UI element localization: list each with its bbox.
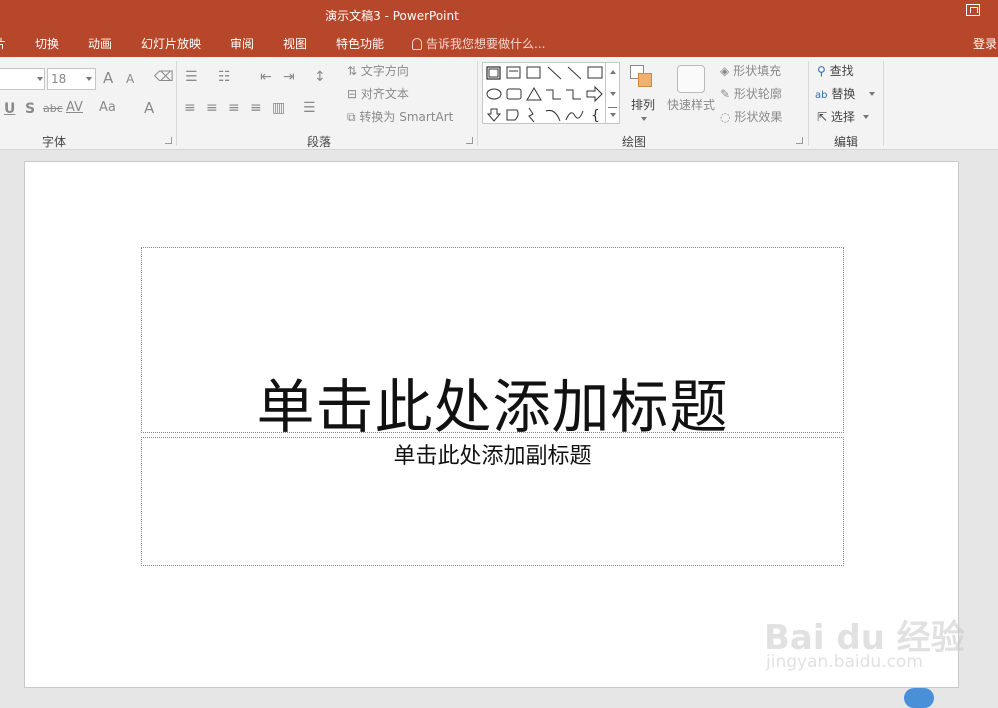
align-center-icon[interactable]: ≡ [206, 100, 218, 116]
tab-transitions[interactable]: 切换 [35, 35, 59, 52]
shape-fill-button[interactable]: ◈ 形状填充 [720, 62, 781, 79]
shape-outline-label: 形状轮廓 [733, 87, 782, 101]
increase-indent-icon[interactable]: ⇥ [283, 69, 295, 85]
title-placeholder-text: 单击此处添加标题 [256, 373, 729, 441]
line-spacing-icon[interactable]: ↕ [314, 69, 326, 85]
replace-icon: ab [815, 90, 828, 101]
shadow-icon[interactable]: S [25, 101, 35, 117]
tell-me-search[interactable]: 告诉我您想要做什么... [412, 35, 545, 52]
tab-review[interactable]: 审阅 [230, 35, 254, 52]
align-right-icon[interactable]: ≡ [228, 100, 240, 116]
font-size-value: 18 [51, 72, 67, 86]
restore-ribbon-icon[interactable] [966, 4, 980, 16]
title-bar: 演示文稿3 - PowerPoint [0, 0, 998, 30]
ribbon-tabs: 片 切换 动画 幻灯片放映 审阅 视图 特色功能 告诉我您想要做什么... 登录 [0, 30, 998, 57]
quick-styles-icon[interactable] [677, 65, 705, 93]
magnifier-icon: ⚲ [817, 64, 826, 78]
tab-slideshow-partial[interactable]: 片 [0, 35, 6, 52]
text-direction-button[interactable]: ⇅ 文字方向 [347, 62, 409, 79]
ribbon-separator [176, 61, 177, 146]
strikethrough-icon[interactable]: abc [43, 102, 63, 115]
align-text-icon: ⊟ [347, 87, 358, 101]
arrange-icon[interactable] [630, 65, 656, 91]
shapes-scrollbar[interactable] [605, 63, 619, 123]
font-color-icon[interactable]: A [144, 99, 154, 117]
convert-smartart-button[interactable]: ⧉ 转换为 SmartArt [347, 108, 453, 125]
tell-me-text: 告诉我您想要做什么... [426, 37, 546, 51]
text-direction-label: 文字方向 [360, 64, 409, 78]
pen-icon: ✎ [720, 87, 731, 101]
bullets-icon[interactable]: ☰ [185, 69, 198, 85]
paragraph-group-label: 段落 [307, 135, 332, 149]
tab-slide-show[interactable]: 幻灯片放映 [141, 35, 201, 52]
subtitle-placeholder-text: 单击此处添加副标题 [393, 444, 592, 469]
floating-help-icon[interactable] [904, 688, 934, 708]
tab-special-features[interactable]: 特色功能 [336, 35, 384, 52]
align-text-label: 对齐文本 [360, 87, 409, 101]
select-label: 选择 [830, 110, 855, 124]
replace-dropdown-icon[interactable] [869, 92, 875, 96]
justify-icon[interactable]: ≡ [250, 100, 262, 116]
scroll-up-icon[interactable] [610, 70, 616, 74]
effects-icon: ◌ [720, 110, 731, 124]
drawing-group-label: 绘图 [622, 135, 647, 149]
paragraph-dialog-launcher-icon[interactable] [466, 137, 473, 144]
decrease-indent-icon[interactable]: ⇤ [260, 69, 272, 85]
font-group-label: 字体 [42, 135, 67, 149]
text-direction-icon: ⇅ [347, 64, 358, 78]
smartart-icon: ⧉ [347, 110, 356, 124]
watermark-url: jingyan.baidu.com [766, 652, 923, 672]
cursor-icon: ⇱ [817, 110, 828, 124]
quick-styles-label[interactable]: 快速样式 [667, 96, 715, 113]
login-link[interactable]: 登录 [973, 35, 997, 52]
drawing-dialog-launcher-icon[interactable] [796, 137, 803, 144]
lightbulb-icon [412, 38, 422, 50]
char-spacing-icon[interactable]: AV [66, 100, 83, 115]
convert-smartart-label: 转换为 SmartArt [359, 110, 454, 124]
change-case-icon[interactable]: Aa [99, 100, 116, 115]
select-button[interactable]: ⇱ 选择 [817, 108, 855, 125]
shape-effects-button[interactable]: ◌ 形状效果 [720, 108, 782, 125]
gallery-expand-icon[interactable] [610, 113, 616, 117]
tab-animations[interactable]: 动画 [88, 35, 112, 52]
paint-bucket-icon: ◈ [720, 64, 730, 78]
shape-effects-label: 形状效果 [734, 110, 783, 124]
tab-view[interactable]: 视图 [283, 35, 307, 52]
find-label: 查找 [829, 64, 854, 78]
shape-fill-label: 形状填充 [733, 64, 782, 78]
find-button[interactable]: ⚲ 查找 [817, 62, 854, 79]
grow-font-icon[interactable]: A [103, 69, 113, 87]
arrange-label[interactable]: 排列 [631, 96, 655, 113]
font-size-dropdown-icon[interactable] [86, 77, 92, 81]
ribbon-separator [883, 61, 884, 146]
title-placeholder[interactable]: 单击此处添加标题 [141, 247, 844, 441]
columns-icon[interactable]: ☰ [303, 100, 316, 116]
svg-text:{: { [591, 108, 600, 124]
font-name-dropdown-icon[interactable] [37, 77, 43, 81]
baidu-watermark-logo: Bai du 经验 jingyan.baidu.com [762, 590, 965, 676]
shapes-gallery[interactable]: { [482, 62, 620, 124]
replace-label: 替换 [831, 87, 856, 101]
subtitle-placeholder[interactable]: 单击此处添加副标题 [141, 437, 844, 566]
numbering-icon[interactable]: ☷ [218, 69, 231, 85]
select-dropdown-icon[interactable] [863, 115, 869, 119]
window-title: 演示文稿3 - PowerPoint [325, 9, 459, 23]
scroll-down-icon[interactable] [610, 92, 616, 96]
font-dialog-launcher-icon[interactable] [165, 137, 172, 144]
distributed-icon[interactable]: ▥ [272, 100, 285, 116]
clear-format-icon[interactable]: ⌫ [154, 69, 174, 85]
shapes-gallery-grid: { [486, 66, 603, 124]
shape-outline-button[interactable]: ✎ 形状轮廓 [720, 85, 782, 102]
shrink-font-icon[interactable]: A [126, 72, 134, 86]
ribbon-separator [477, 61, 478, 146]
arrange-dropdown-icon[interactable] [641, 117, 647, 121]
align-text-button[interactable]: ⊟ 对齐文本 [347, 85, 409, 102]
underline-icon[interactable]: U [4, 101, 15, 117]
editing-group-label: 编辑 [834, 135, 859, 149]
ribbon-separator [808, 61, 809, 146]
replace-button[interactable]: ab 替换 [815, 85, 855, 102]
align-left-icon[interactable]: ≡ [184, 100, 196, 116]
